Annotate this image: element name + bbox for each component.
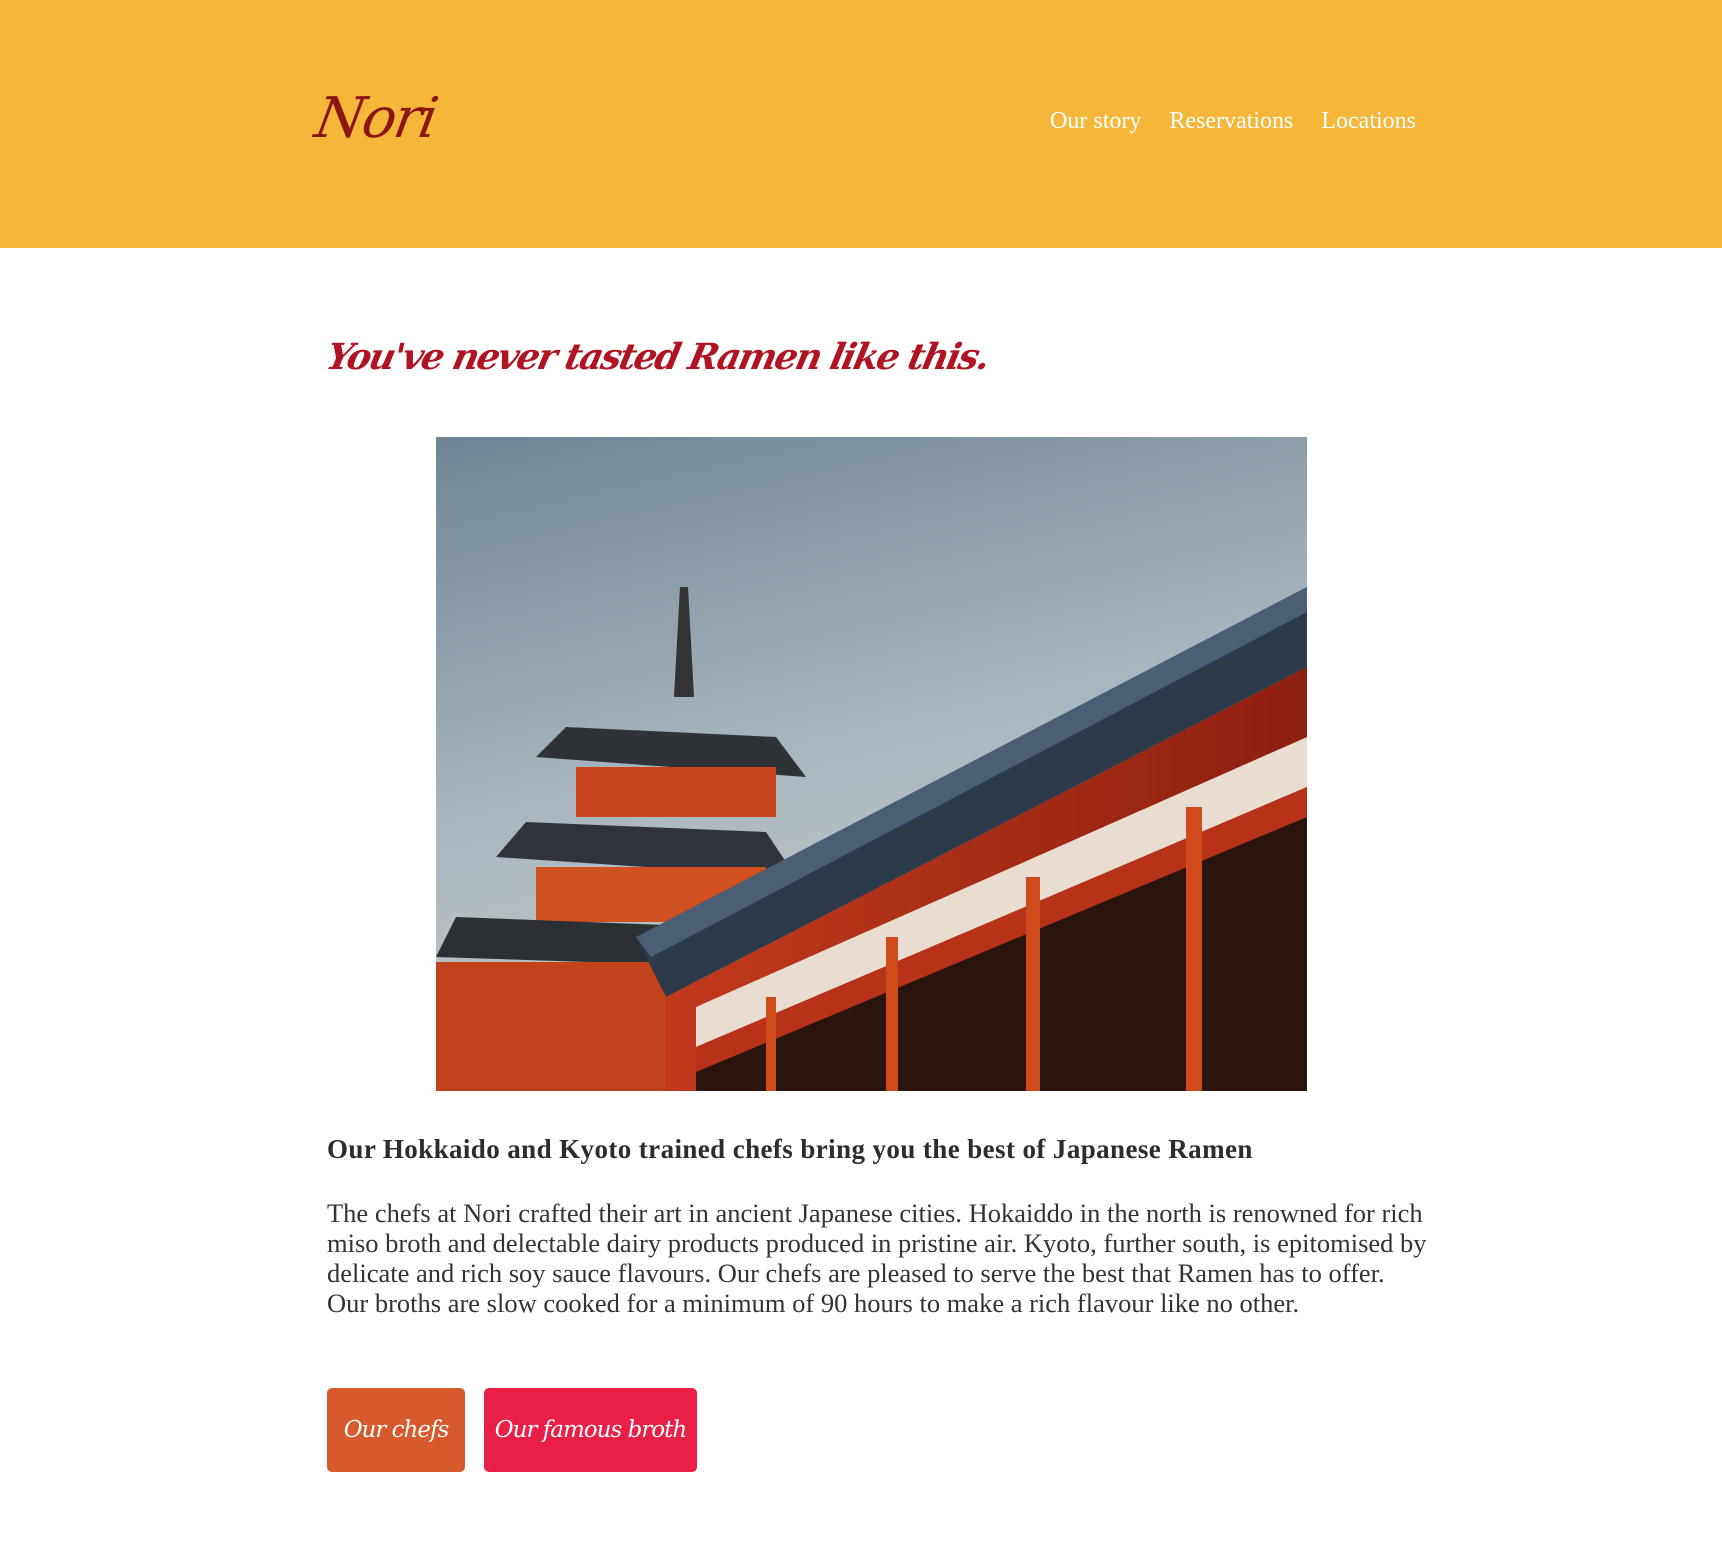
our-chefs-button[interactable]: Our chefs xyxy=(327,1388,465,1472)
subheading: Our Hokkaido and Kyoto trained chefs bri… xyxy=(327,1134,1253,1164)
site-header: Nori Our story Reservations Locations xyxy=(0,0,1722,248)
logo[interactable]: Nori xyxy=(310,86,441,151)
nav-reservations[interactable]: Reservations xyxy=(1169,108,1293,135)
nav-our-story[interactable]: Our story xyxy=(1050,108,1141,135)
main-nav: Our story Reservations Locations xyxy=(1050,108,1416,135)
pagoda-photo xyxy=(436,437,1307,1091)
our-famous-broth-button[interactable]: Our famous broth xyxy=(484,1388,697,1472)
body-paragraph: The chefs at Nori crafted their art in a… xyxy=(327,1198,1427,1318)
headline: You've never tasted Ramen like this. xyxy=(322,336,993,378)
nav-locations[interactable]: Locations xyxy=(1321,108,1416,135)
